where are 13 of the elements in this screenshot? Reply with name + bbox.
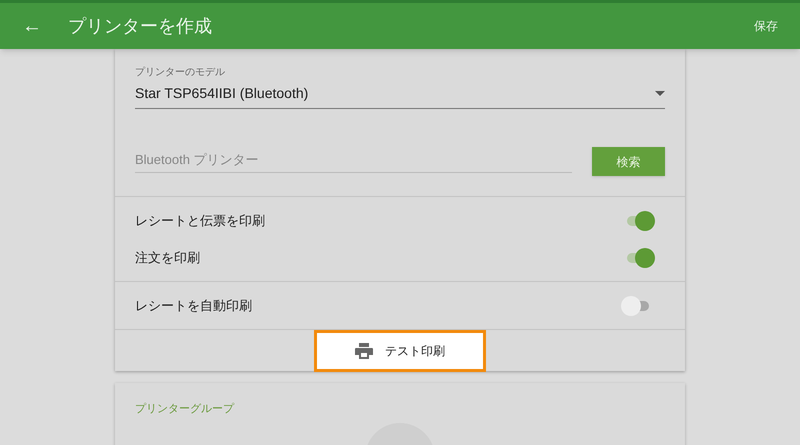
save-button[interactable]: 保存 [754,17,778,35]
printer-icon [355,343,373,359]
toggle-label: 注文を印刷 [135,248,200,267]
dropdown-caret-icon [655,91,665,96]
toggle-label: レシートと伝票を印刷 [135,212,265,230]
test-print-button[interactable]: テスト印刷 [314,330,486,372]
screen-title: プリンターを作成 [68,14,212,38]
bluetooth-printer-field[interactable]: Bluetooth プリンター [135,150,572,174]
toggle-label: レシートを自動印刷 [135,296,252,315]
back-button[interactable]: ← [22,11,42,41]
section-title: プリンターグループ [135,403,234,415]
model-dropdown[interactable]: プリンターのモデル Star TSP654IIBI (Bluetooth) [135,65,665,109]
search-button[interactable]: 検索 [592,147,665,176]
